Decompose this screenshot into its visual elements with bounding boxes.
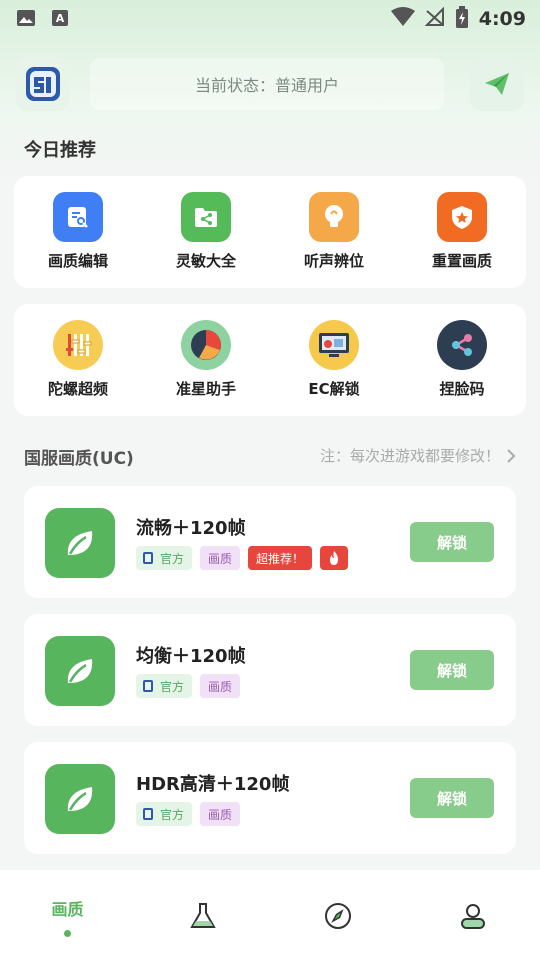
header: 当前状态：普通用户 [16, 56, 524, 112]
clock: 4:09 [478, 8, 526, 30]
leaf-icon [45, 636, 115, 706]
equalizer-icon [53, 320, 103, 370]
status-bar: A 4:09 [0, 0, 540, 36]
today-card-row1: 画质编辑 灵敏大全 听声辨位 重置画质 [14, 176, 526, 288]
tool-reset-quality[interactable]: 重置画质 [398, 176, 526, 288]
fire-icon [320, 546, 349, 570]
pie-chart-icon [181, 320, 231, 370]
tab-discover[interactable] [270, 870, 405, 960]
unlock-button[interactable]: 解锁 [410, 778, 494, 818]
item-tags: 官方 画质 超推荐！ [136, 546, 349, 570]
section-title-today: 今日推荐 [24, 140, 96, 161]
flask-icon [187, 900, 219, 932]
active-indicator [64, 930, 71, 937]
item-title: 均衡＋120帧 [136, 646, 246, 667]
tag-official: 官方 [136, 546, 193, 570]
monitor-icon [309, 320, 359, 370]
cn-server-header: 国服画质(UC) 注：每次进游戏都要修改！ [24, 444, 516, 469]
leaf-icon [45, 508, 115, 578]
app-notification-icon: A [50, 8, 70, 28]
user-icon [457, 900, 489, 932]
tab-quality[interactable]: 画质 [0, 870, 135, 960]
section-title-cn-server: 国服画质(UC) [24, 449, 134, 469]
share-nodes-icon [437, 320, 487, 370]
quality-item-smooth: 流畅＋120帧 官方 画质 超推荐！ 解锁 [24, 486, 516, 598]
tag-quality: 画质 [200, 674, 241, 698]
item-tags: 官方 画质 [136, 802, 241, 826]
cn-server-note[interactable]: 注：每次进游戏都要修改！ [320, 445, 516, 466]
leaf-icon [45, 764, 115, 834]
tool-label: 灵敏大全 [175, 252, 236, 270]
official-logo-icon [143, 808, 153, 820]
compass-icon [322, 900, 354, 932]
wifi-icon [390, 7, 415, 31]
unlock-button[interactable]: 解锁 [410, 650, 494, 690]
item-title: HDR高清＋120帧 [136, 774, 290, 795]
tool-quality-edit[interactable]: 画质编辑 [14, 176, 142, 288]
tag-quality: 画质 [200, 802, 241, 826]
tool-label: 重置画质 [431, 252, 492, 270]
tool-label: EC解锁 [308, 380, 360, 398]
no-signal-icon [424, 6, 445, 31]
tool-face-code[interactable]: 捏脸码 [398, 304, 526, 416]
share-folder-icon [181, 192, 231, 242]
official-logo-icon [143, 552, 153, 564]
quality-item-balanced: 均衡＋120帧 官方 画质 解锁 [24, 614, 516, 726]
tool-sensitivity[interactable]: 灵敏大全 [142, 176, 270, 288]
tool-label: 听声辨位 [303, 252, 364, 270]
tool-label: 画质编辑 [47, 252, 108, 270]
tag-quality: 画质 [200, 546, 241, 570]
app-logo-icon[interactable] [16, 57, 70, 111]
tab-profile[interactable] [405, 870, 540, 960]
tab-quality-label: 画质 [51, 900, 84, 919]
tool-label: 准星助手 [175, 380, 236, 398]
tag-recommended: 超推荐！ [248, 546, 313, 570]
note-text: 注：每次进游戏都要修改！ [319, 447, 500, 465]
tool-ec-unlock[interactable]: EC解锁 [270, 304, 398, 416]
chevron-right-icon [507, 448, 516, 463]
bottom-nav: 画质 [0, 870, 540, 960]
item-title: 流畅＋120帧 [136, 518, 246, 539]
svg-text:A: A [56, 12, 65, 25]
tool-crosshair[interactable]: 准星助手 [142, 304, 270, 416]
paper-plane-icon [485, 73, 509, 95]
tool-gyro-overclock[interactable]: 陀螺超频 [14, 304, 142, 416]
image-edit-icon [53, 192, 103, 242]
send-button[interactable] [470, 57, 524, 111]
bulb-icon [309, 192, 359, 242]
shield-star-icon [437, 192, 487, 242]
tag-official: 官方 [136, 674, 193, 698]
user-status: 当前状态：普通用户 [90, 58, 444, 110]
unlock-button[interactable]: 解锁 [410, 522, 494, 562]
quality-item-hdr: HDR高清＋120帧 官方 画质 解锁 [24, 742, 516, 854]
official-logo-icon [143, 680, 153, 692]
gallery-icon [16, 8, 36, 28]
tool-sound-locate[interactable]: 听声辨位 [270, 176, 398, 288]
tool-label: 捏脸码 [439, 380, 485, 398]
item-tags: 官方 画质 [136, 674, 241, 698]
tab-lab[interactable] [135, 870, 270, 960]
tool-label: 陀螺超频 [47, 380, 108, 398]
tag-official: 官方 [136, 802, 193, 826]
today-card-row2: 陀螺超频 准星助手 EC解锁 捏脸码 [14, 304, 526, 416]
battery-icon [455, 6, 469, 32]
